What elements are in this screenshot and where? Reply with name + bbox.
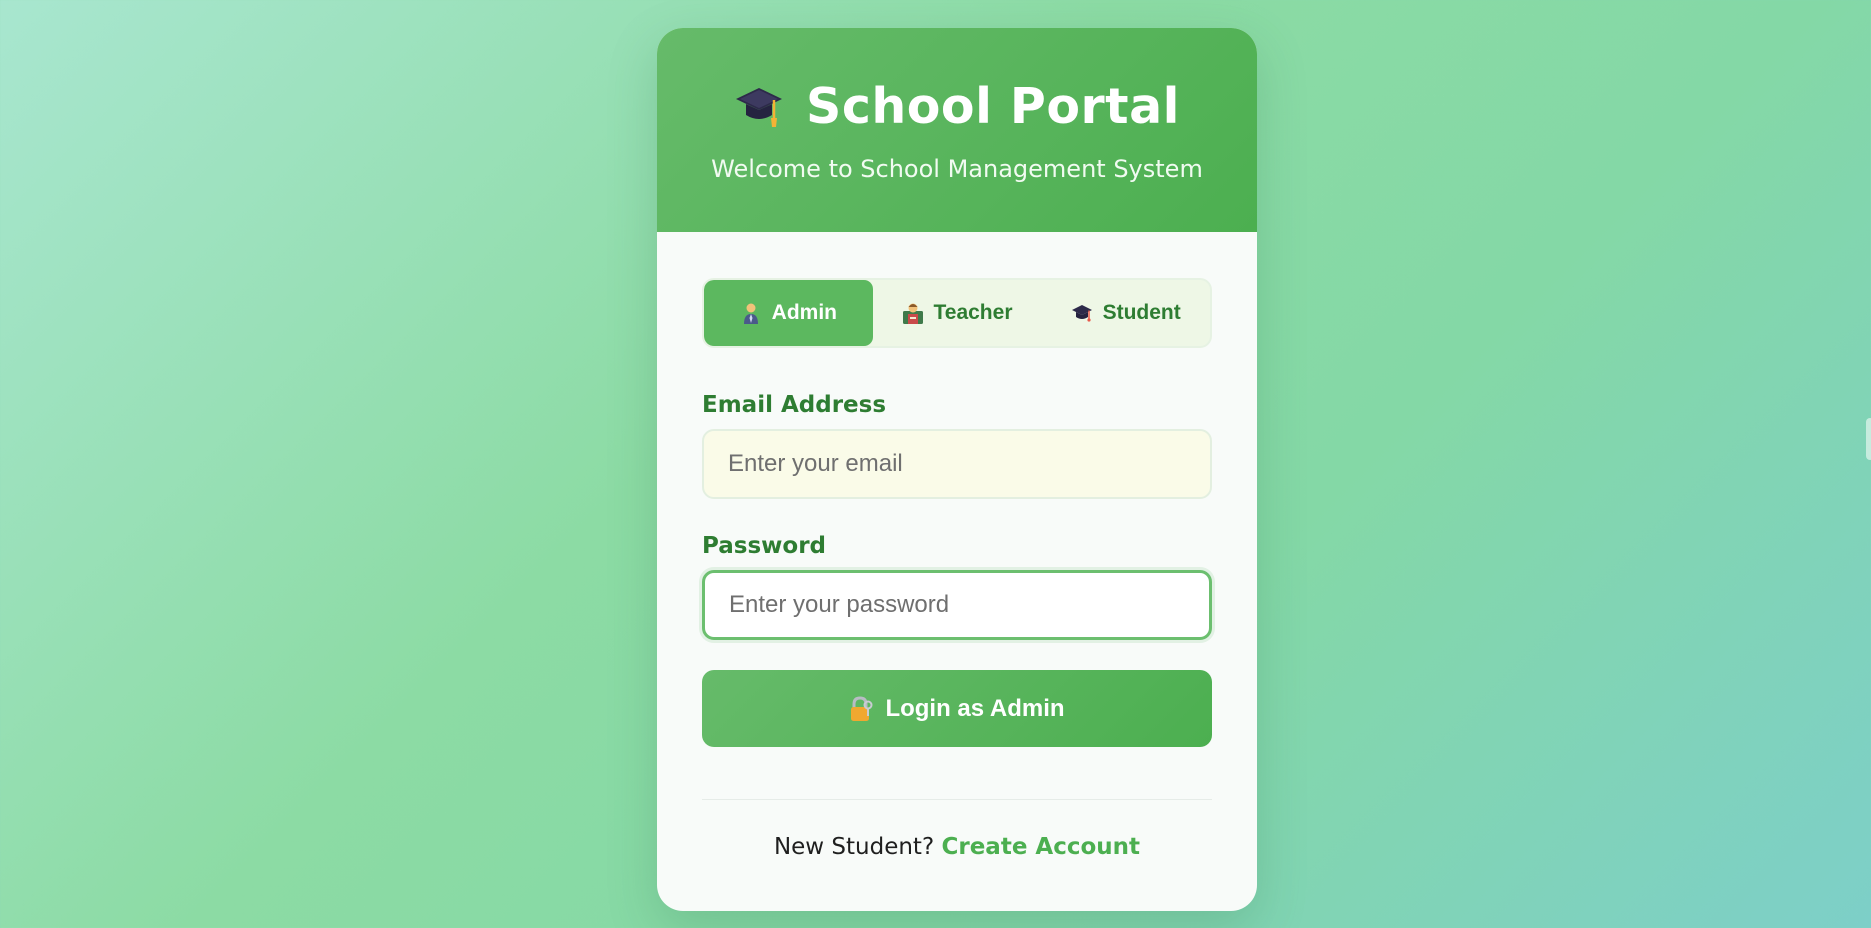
- page-subtitle: Welcome to School Management System: [711, 155, 1203, 183]
- tab-teacher[interactable]: Teacher: [873, 280, 1042, 346]
- create-account-link[interactable]: Create Account: [941, 834, 1140, 860]
- card-header: School Portal Welcome to School Manageme…: [657, 28, 1257, 232]
- role-tabs: Admin Teacher Student: [702, 278, 1212, 348]
- signup-prompt-text: New Student?: [773, 834, 935, 860]
- tab-student[interactable]: Student: [1041, 280, 1210, 346]
- scroll-handle[interactable]: [1866, 418, 1871, 460]
- card-body: Admin Teacher Student Email Address Ente…: [657, 278, 1257, 860]
- teacher-icon: [902, 302, 924, 324]
- login-button-label: Login as Admin: [885, 694, 1065, 722]
- tab-admin[interactable]: Admin: [704, 280, 873, 346]
- tab-admin-label: Admin: [771, 301, 837, 324]
- signup-prompt: New Student? Create Account: [702, 834, 1212, 860]
- email-field[interactable]: [702, 429, 1212, 499]
- password-field[interactable]: [702, 570, 1212, 640]
- page-title: School Portal: [806, 78, 1180, 135]
- tab-teacher-label: Teacher: [933, 301, 1013, 324]
- email-label: Email Address: [702, 392, 887, 418]
- graduation-cap-icon: [1071, 302, 1093, 324]
- login-card: School Portal Welcome to School Manageme…: [657, 28, 1257, 911]
- login-button[interactable]: Login as Admin: [702, 670, 1212, 747]
- title-row: School Portal: [657, 78, 1257, 135]
- lock-key-icon: [849, 695, 873, 722]
- divider: [702, 799, 1212, 800]
- password-label: Password: [702, 533, 826, 559]
- admin-person-icon: [740, 302, 762, 324]
- tab-student-label: Student: [1102, 301, 1181, 324]
- graduation-cap-icon: [734, 84, 784, 130]
